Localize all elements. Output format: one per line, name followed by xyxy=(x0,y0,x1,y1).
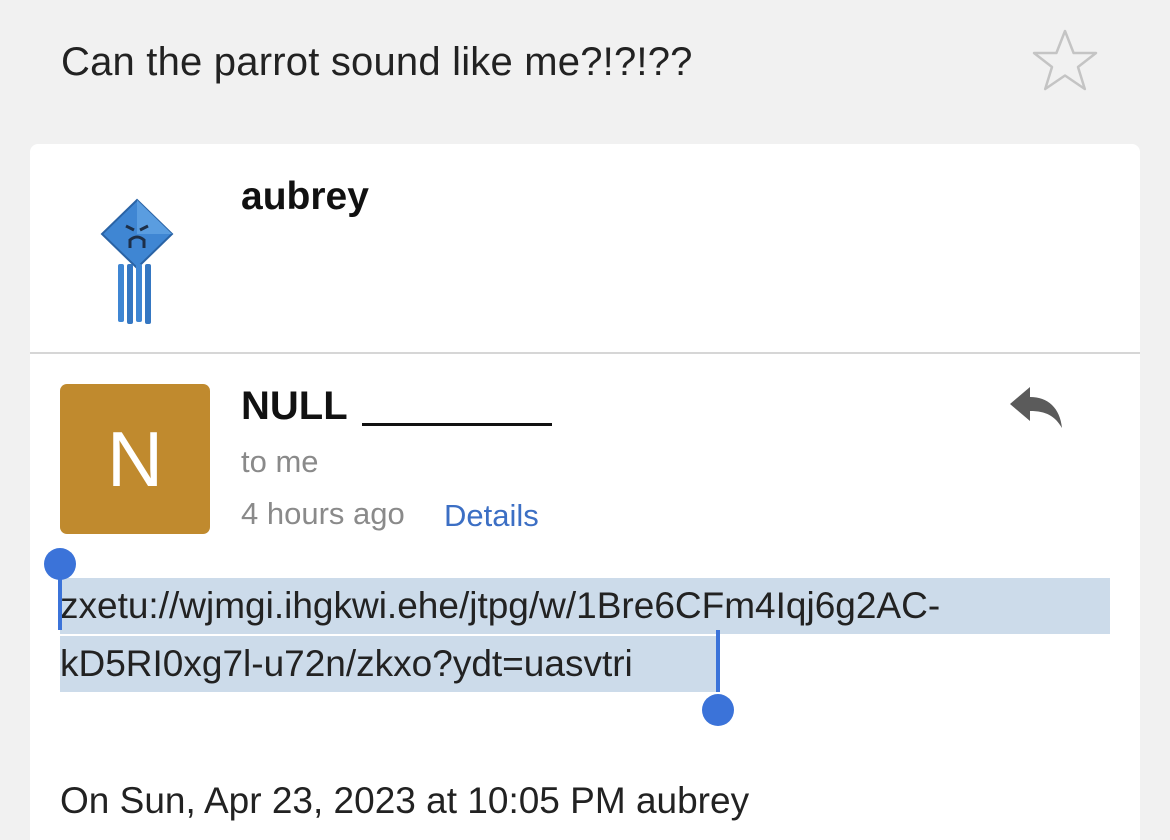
thread-avatar-icon xyxy=(100,198,174,324)
selection-end-caret xyxy=(716,630,720,692)
recipient-label[interactable]: to me xyxy=(241,444,319,480)
selection-end-handle[interactable] xyxy=(702,694,734,726)
reply-icon[interactable] xyxy=(1006,384,1064,432)
email-subject: Can the parrot sound like me?!?!?? xyxy=(61,40,693,84)
selected-link-line-1[interactable]: zxetu://wjmgi.ihgkwi.ehe/jtpg/w/1Bre6CFm… xyxy=(60,578,1110,634)
message-card: aubrey N NULL to me 4 hours ago Details … xyxy=(30,144,1140,840)
star-icon[interactable] xyxy=(1031,28,1099,92)
details-link[interactable]: Details xyxy=(444,498,539,534)
sender-avatar: N xyxy=(60,384,210,534)
divider xyxy=(30,352,1140,354)
quoted-message-header: On Sun, Apr 23, 2023 at 10:05 PM aubrey xyxy=(60,780,750,821)
sender-avatar-letter: N xyxy=(106,414,164,503)
message-sender-name: NULL xyxy=(241,384,348,428)
redaction-line xyxy=(362,423,552,426)
selection-start-caret xyxy=(58,564,62,630)
message-timestamp: 4 hours ago xyxy=(241,496,405,531)
selected-link-line-2[interactable]: kD5RI0xg7l-u72n/zkxo?ydt=uasvtri xyxy=(60,636,716,692)
email-view: Can the parrot sound like me?!?!?? aubre… xyxy=(0,0,1170,840)
thread-sender-name: aubrey xyxy=(241,175,369,218)
